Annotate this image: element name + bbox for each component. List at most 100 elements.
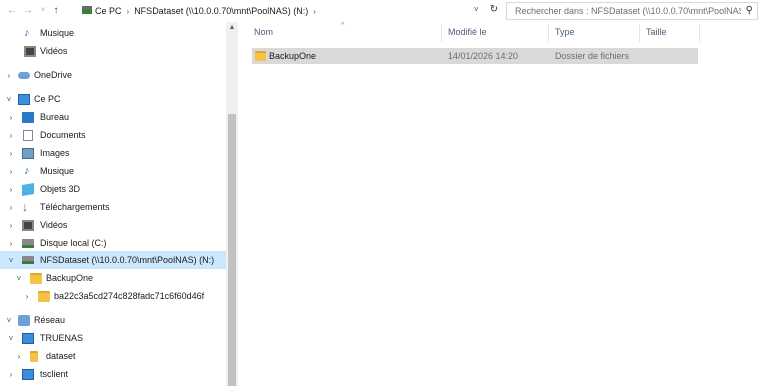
column-header-modified[interactable]: Modifié le bbox=[448, 27, 487, 37]
images-icon bbox=[22, 147, 34, 159]
nav-label: Vidéos bbox=[40, 46, 68, 56]
chevron-down-icon[interactable]: ˅ bbox=[14, 274, 24, 283]
breadcrumb-chevron-icon[interactable]: › bbox=[125, 7, 132, 16]
chevron-right-icon[interactable]: › bbox=[6, 203, 16, 212]
scroll-thumb[interactable] bbox=[228, 114, 236, 386]
chevron-right-icon[interactable]: › bbox=[6, 221, 16, 230]
nav-item-truenas[interactable]: ˅ TRUENAS bbox=[0, 329, 226, 347]
chevron-right-icon[interactable]: › bbox=[6, 167, 16, 176]
back-icon[interactable]: ← bbox=[6, 4, 18, 18]
nav-label: OneDrive bbox=[34, 70, 73, 80]
file-type: Dossier de fichiers bbox=[555, 51, 630, 61]
search-placeholder: Rechercher dans : NFSDataset (\\10.0.0.7… bbox=[515, 6, 741, 16]
breadcrumb-chevron-icon[interactable]: › bbox=[311, 7, 318, 16]
chevron-down-icon[interactable]: ˅ bbox=[4, 95, 14, 104]
nav-label: BackupOne bbox=[46, 273, 94, 283]
scroll-up-icon[interactable]: ▲ bbox=[226, 24, 238, 31]
folder-icon bbox=[30, 272, 42, 284]
music-icon: ♪ bbox=[24, 164, 30, 177]
nav-item-nfsdataset[interactable]: ˅ NFSDataset (\\10.0.0.70\mnt\PoolNAS) (… bbox=[0, 251, 226, 269]
download-icon: ↓ bbox=[22, 199, 28, 214]
column-divider[interactable] bbox=[548, 24, 549, 42]
chevron-right-icon[interactable]: › bbox=[6, 239, 16, 248]
cube-icon bbox=[22, 182, 34, 196]
nav-item-ce-pc[interactable]: ˅ Ce PC bbox=[0, 90, 226, 108]
chevron-right-icon[interactable]: › bbox=[6, 149, 16, 158]
chevron-down-icon[interactable]: ˅ bbox=[6, 334, 16, 343]
chevron-right-icon[interactable]: › bbox=[14, 352, 24, 361]
nav-label: Vidéos bbox=[40, 220, 68, 230]
nav-item-videos[interactable]: › Vidéos bbox=[0, 216, 226, 234]
nav-label: Réseau bbox=[34, 315, 66, 325]
nav-label: ba22c3a5cd274c828fadc71c6f60d46f bbox=[54, 291, 205, 301]
nav-item-musique[interactable]: › ♪ Musique bbox=[0, 162, 226, 180]
nav-item-onedrive[interactable]: › OneDrive bbox=[0, 66, 226, 84]
desktop-icon bbox=[22, 111, 34, 123]
search-icon[interactable]: ⚲ bbox=[746, 5, 753, 16]
nav-item-objets-3d[interactable]: › Objets 3D bbox=[0, 180, 226, 198]
table-row[interactable]: BackupOne 14/01/2026 14:20 Dossier de fi… bbox=[252, 48, 698, 64]
nav-label: Documents bbox=[40, 130, 86, 140]
column-header-name[interactable]: Nom bbox=[254, 27, 273, 37]
nav-label: Téléchargements bbox=[40, 202, 110, 212]
chevron-down-icon[interactable]: ˅ bbox=[37, 4, 49, 18]
nav-item-ba22c3a5[interactable]: › ba22c3a5cd274c828fadc71c6f60d46f bbox=[0, 287, 226, 305]
file-modified: 14/01/2026 14:20 bbox=[448, 51, 519, 61]
chevron-down-icon[interactable]: ˅ bbox=[6, 256, 16, 265]
nav-item-musique-quick[interactable]: ♪ Musique bbox=[0, 24, 226, 42]
nav-label: tsclient bbox=[40, 369, 69, 379]
nav-label: NFSDataset (\\10.0.0.70\mnt\PoolNAS) (N:… bbox=[40, 255, 215, 265]
nav-label: TRUENAS bbox=[40, 333, 84, 343]
nav-item-tsclient[interactable]: › tsclient bbox=[0, 365, 226, 383]
music-icon: ♪ bbox=[24, 26, 30, 39]
nav-item-disque-local[interactable]: › Disque local (C:) bbox=[0, 234, 226, 252]
breadcrumb-nfsdataset[interactable]: NFSDataset (\\10.0.0.70\mnt\PoolNAS) (N:… bbox=[131, 6, 311, 16]
file-list-pane: ^ Nom Modifié le Type Taille BackupOne 1… bbox=[238, 22, 762, 386]
chevron-right-icon[interactable]: › bbox=[4, 71, 14, 80]
address-toolbar: ← → ˅ ↑ Ce PC › NFSDataset (\\10.0.0.70\… bbox=[0, 0, 762, 22]
column-header-type[interactable]: Type bbox=[555, 27, 575, 37]
forward-icon[interactable]: → bbox=[22, 4, 34, 18]
pc-icon bbox=[18, 93, 30, 105]
nav-item-bureau[interactable]: › Bureau bbox=[0, 108, 226, 126]
chevron-right-icon[interactable]: › bbox=[6, 185, 16, 194]
video-icon bbox=[22, 219, 34, 231]
column-header-size[interactable]: Taille bbox=[646, 27, 667, 37]
column-divider[interactable] bbox=[639, 24, 640, 42]
sort-ascending-icon: ^ bbox=[341, 22, 345, 29]
nav-label: Objets 3D bbox=[40, 184, 81, 194]
nav-label: Images bbox=[40, 148, 70, 158]
nav-label: Musique bbox=[40, 166, 75, 176]
column-divider[interactable] bbox=[699, 24, 700, 42]
chevron-down-icon[interactable]: ˅ bbox=[4, 316, 14, 325]
nav-item-reseau[interactable]: ˅ Réseau bbox=[0, 311, 226, 329]
breadcrumb-ce-pc[interactable]: Ce PC bbox=[92, 6, 125, 16]
search-input[interactable]: Rechercher dans : NFSDataset (\\10.0.0.7… bbox=[506, 2, 758, 20]
chevron-right-icon[interactable]: › bbox=[6, 113, 16, 122]
drive-icon bbox=[22, 238, 34, 248]
nav-scrollbar[interactable]: ▲ bbox=[226, 22, 238, 386]
chevron-right-icon[interactable]: › bbox=[6, 131, 16, 140]
nav-item-images[interactable]: › Images bbox=[0, 144, 226, 162]
up-arrow-icon[interactable]: ↑ bbox=[50, 4, 62, 18]
chevron-right-icon[interactable]: › bbox=[6, 370, 16, 379]
nav-label: Bureau bbox=[40, 112, 70, 122]
address-dropdown-icon[interactable]: ˅ bbox=[474, 5, 479, 14]
chevron-right-icon[interactable]: › bbox=[22, 292, 32, 301]
nav-item-telechargements[interactable]: › ↓ Téléchargements bbox=[0, 198, 226, 216]
nav-item-videos-quick[interactable]: Vidéos bbox=[0, 42, 226, 60]
nav-item-backupone[interactable]: ˅ BackupOne bbox=[0, 269, 226, 287]
breadcrumb[interactable]: Ce PC › NFSDataset (\\10.0.0.70\mnt\Pool… bbox=[92, 2, 318, 20]
folder-icon bbox=[255, 51, 266, 61]
computer-icon bbox=[22, 332, 34, 344]
network-drive-icon bbox=[22, 256, 34, 264]
nav-item-documents[interactable]: › Documents bbox=[0, 126, 226, 144]
shared-folder-icon bbox=[30, 350, 38, 362]
document-icon bbox=[23, 129, 33, 141]
nav-label: Musique bbox=[40, 28, 75, 38]
nav-item-dataset[interactable]: › dataset bbox=[0, 347, 226, 365]
pc-icon bbox=[82, 6, 92, 14]
refresh-icon[interactable]: ↻ bbox=[487, 3, 501, 17]
column-divider[interactable] bbox=[441, 24, 442, 42]
cloud-icon bbox=[18, 72, 30, 79]
